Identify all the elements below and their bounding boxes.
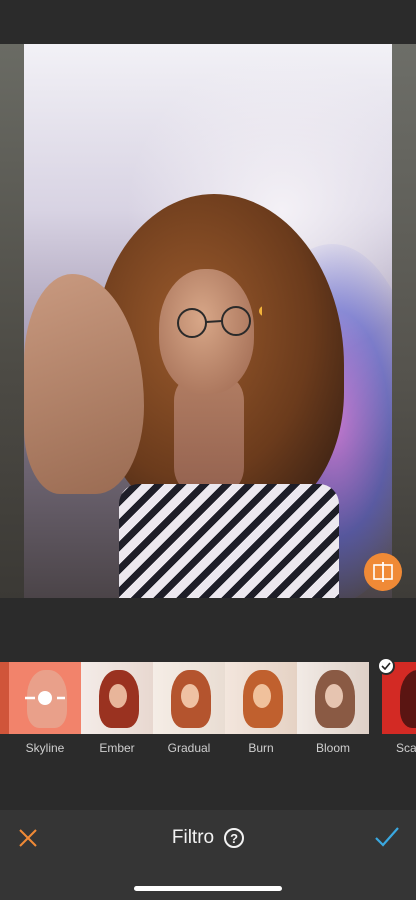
thumbnail-subject: [400, 670, 416, 728]
filter-strip[interactable]: Skyline Ember Gradual Burn Bloom Sca: [0, 662, 416, 762]
compare-icon: [373, 562, 393, 582]
thumbnail-face: [181, 684, 199, 708]
canvas-background-left: [0, 44, 24, 598]
help-icon[interactable]: ?: [224, 828, 245, 848]
photo-canvas: [0, 44, 416, 598]
photo-subject-neck: [174, 379, 244, 489]
adjust-slider-icon: [25, 691, 65, 705]
toolbar-title-group: Filtro ?: [0, 826, 416, 850]
compare-button[interactable]: [364, 553, 402, 591]
filter-label: Sca: [396, 741, 416, 755]
thumbnail-face: [253, 684, 271, 708]
filter-item-skyline[interactable]: Skyline: [9, 662, 81, 755]
glasses-illustration: [177, 306, 262, 338]
filter-thumbnail[interactable]: [225, 662, 297, 734]
filter-item-sca[interactable]: Sca: [382, 662, 416, 755]
toolbar-title: Filtro: [171, 827, 215, 848]
selected-check-badge: [377, 657, 395, 675]
confirm-button[interactable]: [374, 825, 400, 849]
filter-label: Ember: [99, 741, 135, 755]
checkmark-icon: [381, 662, 391, 670]
checkmark-icon: [375, 827, 399, 847]
thumbnail-face: [325, 684, 343, 708]
status-bar: [0, 0, 416, 44]
filter-item-burn[interactable]: Burn: [225, 662, 297, 755]
filter-label: Skyline: [25, 741, 65, 755]
filter-thumbnail[interactable]: [9, 662, 81, 734]
filter-label: Bloom: [315, 741, 350, 755]
panel-spacer: [0, 598, 416, 662]
filter-item-bloom[interactable]: Bloom: [297, 662, 369, 755]
filter-thumbnail[interactable]: [81, 662, 153, 734]
filter-thumbnail[interactable]: [0, 662, 9, 734]
filter-thumbnail[interactable]: [153, 662, 225, 734]
thumbnail-face: [109, 684, 127, 708]
filter-item-ember[interactable]: Ember: [81, 662, 153, 755]
home-indicator: [134, 886, 282, 891]
filter-label: Burn: [248, 741, 274, 755]
filter-item[interactable]: [0, 662, 9, 741]
filter-label: Gradual: [167, 741, 211, 755]
editor-screen: Skyline Ember Gradual Burn Bloom Sca Fil…: [0, 0, 416, 900]
photo-subject-dress: [119, 484, 339, 598]
filter-thumbnail[interactable]: [297, 662, 369, 734]
canvas-background-right: [392, 44, 416, 598]
edited-photo[interactable]: [24, 44, 392, 598]
filter-item-gradual[interactable]: Gradual: [153, 662, 225, 755]
